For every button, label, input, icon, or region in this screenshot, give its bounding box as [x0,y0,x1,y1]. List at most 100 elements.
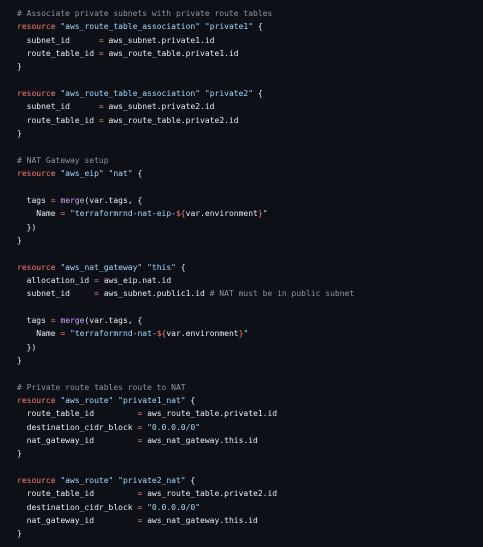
code-token-comment: # NAT Gateway setup [17,155,109,165]
code-token-string: " [243,329,249,339]
code-token-plain: }) [17,342,37,352]
code-token-plain: aws_route_table.private2.id [103,115,239,125]
code-token-plain: subnet_id [17,289,95,299]
code-line: # Private route tables route to NAT [17,381,483,394]
code-token-plain: destination_cidr_block [17,422,138,432]
code-token-keyword: resource [17,476,56,486]
code-token-string: "aws_route" [60,476,114,486]
code-token-plain: } [17,355,22,365]
code-line: route_table_id = aws_route_table.private… [17,407,483,420]
code-token-string: "private1" [204,22,254,32]
code-token-plain: route_table_id [17,115,99,125]
code-line: } [17,60,483,73]
code-line: resource "aws_eip" "nat" { [17,167,483,180]
code-line: nat_gateway_id = aws_nat_gateway.this.id [17,514,483,527]
code-token-keyword: resource [17,395,56,405]
code-line: nat_gateway_id = aws_nat_gateway.this.id [17,434,483,447]
code-token-func: merge [60,315,85,325]
code-line: route_table_id = aws_route_table.private… [17,47,483,60]
code-line: } [17,127,483,140]
code-line: route_table_id = aws_route_table.private… [17,114,483,127]
code-line: } [17,234,483,247]
code-line: }) [17,221,483,234]
code-token-string: "0.0.0.0/0" [147,422,201,432]
code-token-string: "aws_route" [60,395,114,405]
code-line: # Associate private subnets with private… [17,7,483,20]
code-line: }) [17,341,483,354]
code-token-string: "nat" [108,169,133,179]
code-line: Name = "terraformrnd-nat-${var.environme… [17,327,483,340]
code-token-keyword: resource [17,22,56,32]
code-token-plain: aws_subnet.private1.id [103,35,215,45]
code-line: resource "aws_route_table_association" "… [17,87,483,100]
code-line: allocation_id = aws_eip.nat.id [17,274,483,287]
code-line: route_table_id = aws_route_table.private… [17,487,483,500]
code-line: destination_cidr_block = "0.0.0.0/0" [17,501,483,514]
code-line: tags = merge(var.tags, { [17,314,483,327]
code-token-plain: (var.tags, { [84,315,143,325]
code-token-comment: # Associate private subnets with private… [17,9,273,18]
code-line: tags = merge(var.tags, { [17,194,483,207]
code-token-plain: { [253,22,263,32]
code-token-string: " [262,209,268,219]
code-token-plain: } [17,449,22,459]
code-token-plain: { [253,89,263,99]
code-line: resource "aws_route_table_association" "… [17,20,483,33]
code-token-plain: } [17,235,22,245]
code-line: # NAT Gateway setup [17,154,483,167]
code-token-string: "terraformrnd-nat-eip- [70,209,176,219]
code-token-string: "private2_nat" [118,476,186,486]
code-line: subnet_id = aws_subnet.public1.id # NAT … [17,287,483,300]
code-line: destination_cidr_block = "0.0.0.0/0" [17,421,483,434]
code-token-plain: route_table_id [17,489,138,499]
code-token-plain: aws_nat_gateway.this.id [142,516,258,526]
code-token-plain: aws_eip.nat.id [98,275,172,285]
code-token-string: "aws_eip" [60,169,104,179]
code-token-plain: route_table_id [17,49,99,59]
code-line: } [17,447,483,460]
code-token-plain: nat_gateway_id [17,436,138,445]
code-token-plain: { [175,262,186,272]
code-token-plain: aws_route_table.private1.id [142,409,278,419]
code-token-plain: tags [17,195,51,205]
code-token-string: "aws_route_table_association" [60,22,201,32]
code-line: subnet_id = aws_subnet.private1.id [17,34,483,47]
code-token-comment: # NAT must be in public subnet [209,289,355,299]
code-block: # Associate private subnets with private… [0,0,483,541]
code-token-plain: aws_subnet.private2.id [103,102,215,112]
code-token-plain: { [185,395,196,405]
code-line: resource "aws_route" "private1_nat" { [17,394,483,407]
code-editor[interactable]: # Associate private subnets with private… [0,0,483,547]
code-token-plain: subnet_id [17,102,99,112]
code-token-plain: } [17,529,22,539]
code-token-plain: route_table_id [17,409,138,419]
code-token-plain: nat_gateway_id [17,516,138,526]
code-token-plain: Name [17,209,61,219]
code-token-plain: aws_nat_gateway.this.id [142,436,258,445]
code-token-plain: } [17,62,22,72]
code-line: resource "aws_nat_gateway" "this" { [17,261,483,274]
code-token-string: "private1_nat" [118,395,186,405]
code-token-comment: # Private route tables route to NAT [17,382,186,392]
code-token-keyword: resource [17,89,56,99]
code-token-interp: ${ [175,209,186,219]
code-token-plain: var.environment [185,209,258,219]
code-token-plain: var.environment [166,329,239,339]
code-token-plain: tags [17,315,51,325]
code-token-interp: ${ [156,329,167,339]
code-token-string: "this" [147,262,176,272]
code-token-string: "private2" [204,89,254,99]
code-line: resource "aws_route" "private2_nat" { [17,474,483,487]
code-token-plain: } [17,129,22,139]
code-token-plain: aws_route_table.private1.id [103,49,239,59]
code-token-keyword: resource [17,169,56,179]
code-token-string: "0.0.0.0/0" [147,502,201,512]
code-token-plain: allocation_id [17,275,95,285]
